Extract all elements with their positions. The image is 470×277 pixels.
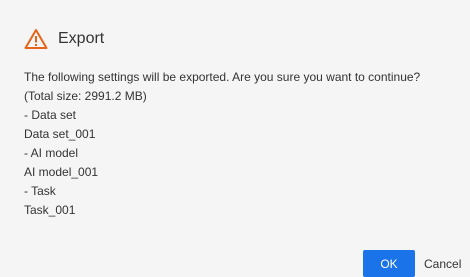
dataset-heading: - Data set: [24, 108, 77, 122]
confirmation-text: The following settings will be exported.…: [24, 70, 421, 84]
ai-model-value: AI model_001: [24, 165, 99, 179]
dialog-title: Export: [58, 30, 105, 47]
export-dialog: Export The following settings will be ex…: [0, 0, 470, 277]
warning-triangle-icon: [24, 29, 48, 49]
dialog-message: The following settings will be exported.…: [24, 68, 464, 220]
ai-model-heading: - AI model: [24, 146, 79, 160]
task-heading: - Task: [24, 184, 56, 198]
cancel-button[interactable]: Cancel: [420, 250, 470, 277]
ok-button[interactable]: OK: [363, 250, 415, 277]
dialog-header: Export: [24, 26, 104, 52]
dataset-value: Data set_001: [24, 127, 96, 141]
total-size-text: (Total size: 2991.2 MB): [24, 89, 147, 103]
task-value: Task_001: [24, 203, 76, 217]
dialog-footer: OK Cancel: [0, 250, 470, 277]
